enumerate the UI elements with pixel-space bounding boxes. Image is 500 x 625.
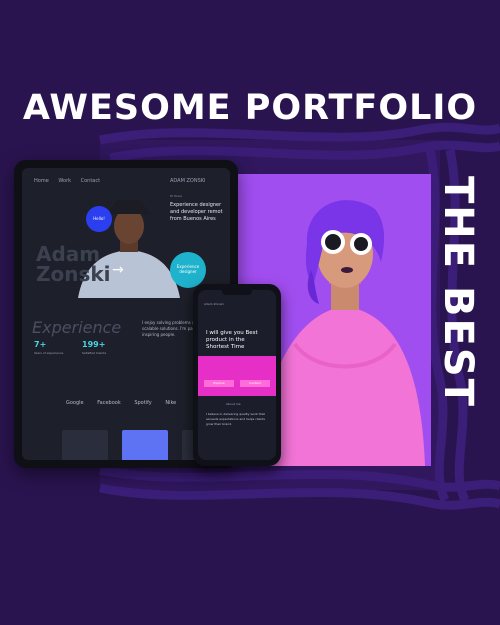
client-logo: Google: [66, 400, 84, 406]
phone-pink-band: [198, 356, 276, 396]
tablet-brand: ADAM ZONSKI: [170, 178, 206, 184]
tablet-headline: Experience designer and developer remot …: [170, 202, 223, 222]
phone-section-label: About me: [226, 402, 241, 406]
phone-mockup: Adam Zonski I will give you Best product…: [193, 284, 281, 466]
tablet-bubble-teal: Experience designer: [170, 252, 206, 288]
tablet-nav: Home Work Contact: [34, 178, 108, 184]
phone-contact-button[interactable]: Contact: [240, 380, 270, 387]
tablet-client-logos: Google Facebook Spotify Nike: [66, 400, 188, 406]
arrow-right-icon[interactable]: →: [112, 262, 124, 278]
phone-notch: [222, 290, 252, 295]
tablet-name: Adam Zonski: [36, 242, 111, 286]
tablet-small-label: Hi there: [170, 194, 182, 198]
tablet-stat-label: Satisfied Clients: [82, 351, 107, 355]
tablet-work-card[interactable]: [62, 430, 108, 460]
client-logo: Nike: [165, 400, 177, 406]
client-logo: Spotify: [134, 400, 152, 406]
poster-canvas: AWESOME PORTFOLIO THE BEST Home Work Con…: [0, 0, 500, 625]
phone-brand: Adam Zonski: [204, 302, 224, 306]
phone-body-text: I believe in delivering quality work tha…: [206, 412, 265, 426]
tablet-nav-item[interactable]: Contact: [81, 178, 100, 184]
tablet-stat-value: 7+: [34, 340, 47, 349]
tablet-nav-item[interactable]: Home: [34, 178, 49, 184]
vertical-tagline: THE BEST: [435, 176, 481, 408]
phone-headline: I will give you Best product in the Shor…: [206, 330, 258, 350]
client-logo: Facebook: [97, 400, 121, 406]
tablet-stat-value: 199+: [82, 340, 106, 349]
tablet-stat-label: Years of experience: [34, 351, 64, 355]
tablet-nav-item[interactable]: Work: [58, 178, 71, 184]
tablet-bubble-blue: Hello!: [86, 206, 112, 232]
tablet-script-text: Experience: [32, 318, 122, 337]
page-title: AWESOME PORTFOLIO: [22, 88, 478, 128]
phone-explore-button[interactable]: Explore: [204, 380, 234, 387]
phone-screen: Adam Zonski I will give you Best product…: [198, 290, 276, 460]
tablet-work-card[interactable]: [122, 430, 168, 460]
